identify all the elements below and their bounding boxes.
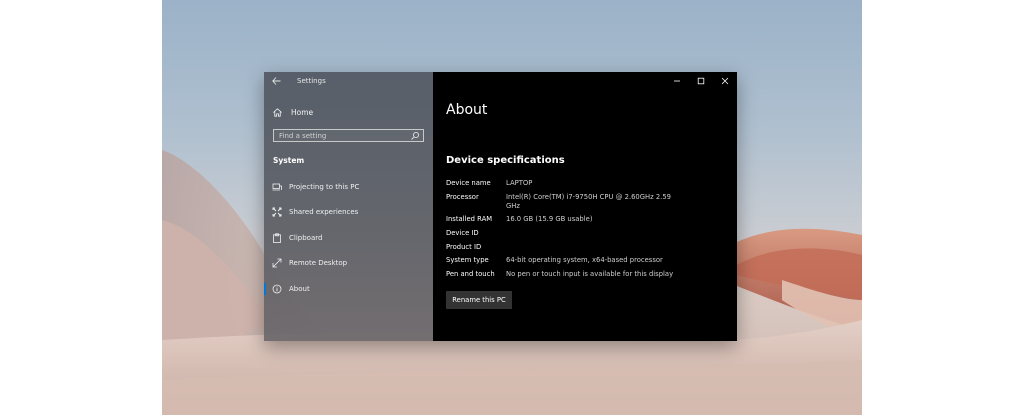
window-caption-buttons xyxy=(665,72,737,90)
rename-pc-button[interactable]: Rename this PC xyxy=(446,291,512,309)
screenshot-stage: Settings Home System xyxy=(0,0,1024,415)
system-nav-list: Projecting to this PC Shared experiences… xyxy=(264,174,433,302)
nav-item-label: Projecting to this PC xyxy=(289,182,360,191)
search-input[interactable] xyxy=(274,130,410,141)
settings-search-box[interactable] xyxy=(273,129,424,142)
spec-row-device-id: Device ID xyxy=(446,229,676,238)
home-icon xyxy=(273,107,282,117)
maximize-icon xyxy=(697,77,705,85)
back-button[interactable] xyxy=(264,72,288,90)
nav-item-clipboard[interactable]: Clipboard xyxy=(264,225,433,251)
navigation-pane: Settings Home System xyxy=(264,72,433,341)
nav-item-shared-experiences[interactable]: Shared experiences xyxy=(264,200,433,226)
spec-value: 64-bit operating system, x64-based proce… xyxy=(506,256,663,265)
info-icon xyxy=(272,284,282,294)
shared-experiences-icon xyxy=(272,207,282,217)
nav-item-label: About xyxy=(289,284,310,293)
spec-row-device-name: Device name LAPTOP xyxy=(446,179,676,188)
spec-row-system-type: System type 64-bit operating system, x64… xyxy=(446,256,676,265)
spec-value: LAPTOP xyxy=(506,179,533,187)
clipboard-icon xyxy=(273,233,281,243)
spec-value: Intel(R) Core(TM) i7-9750H CPU @ 2.60GHz… xyxy=(506,192,671,210)
back-arrow-icon xyxy=(271,77,280,85)
device-specifications-table: Device name LAPTOP Processor Intel(R) Co… xyxy=(446,179,676,284)
home-nav-item[interactable]: Home xyxy=(272,105,313,119)
spec-label: Installed RAM xyxy=(446,215,493,224)
section-header-system: System xyxy=(273,156,305,165)
maximize-button[interactable] xyxy=(689,72,713,90)
minimize-icon xyxy=(674,80,680,82)
spec-value: 16.0 GB (15.9 GB usable) xyxy=(506,215,593,224)
spec-label: Product ID xyxy=(446,242,482,251)
spec-row-processor: Processor Intel(R) Core(TM) i7-9750H CPU… xyxy=(446,193,676,211)
page-title: About xyxy=(446,102,488,118)
spec-row-pen-and-touch: Pen and touch No pen or touch input is a… xyxy=(446,270,676,279)
spec-label: Device ID xyxy=(446,229,479,238)
spec-label: System type xyxy=(446,256,489,265)
spec-label: Pen and touch xyxy=(446,270,495,279)
spec-row-installed-ram: Installed RAM 16.0 GB (15.9 GB usable) xyxy=(446,215,676,224)
spec-label: Processor xyxy=(446,192,479,201)
minimize-button[interactable] xyxy=(665,72,689,90)
spec-row-product-id: Product ID xyxy=(446,243,676,252)
nav-item-about[interactable]: About xyxy=(264,276,433,302)
app-title: Settings xyxy=(297,77,326,85)
spec-label: Device name xyxy=(446,179,491,187)
nav-item-remote-desktop[interactable]: Remote Desktop xyxy=(264,251,433,277)
home-label: Home xyxy=(291,107,314,117)
spec-value xyxy=(506,229,676,238)
close-icon xyxy=(721,77,729,85)
device-specifications-heading: Device specifications xyxy=(446,155,565,166)
nav-item-label: Shared experiences xyxy=(289,208,359,217)
settings-window: Settings Home System xyxy=(264,72,737,341)
search-icon[interactable] xyxy=(410,131,420,141)
nav-item-projecting[interactable]: Projecting to this PC xyxy=(264,174,433,200)
projecting-icon xyxy=(272,183,282,191)
content-pane: About Device specifications Device name … xyxy=(433,72,737,341)
close-button[interactable] xyxy=(713,72,737,90)
spec-value xyxy=(506,243,676,252)
remote-desktop-icon xyxy=(272,258,282,268)
spec-value: No pen or touch input is available for t… xyxy=(506,270,674,279)
nav-item-label: Remote Desktop xyxy=(289,259,348,268)
nav-item-label: Clipboard xyxy=(289,233,323,242)
titlebar-left: Settings xyxy=(264,72,433,90)
